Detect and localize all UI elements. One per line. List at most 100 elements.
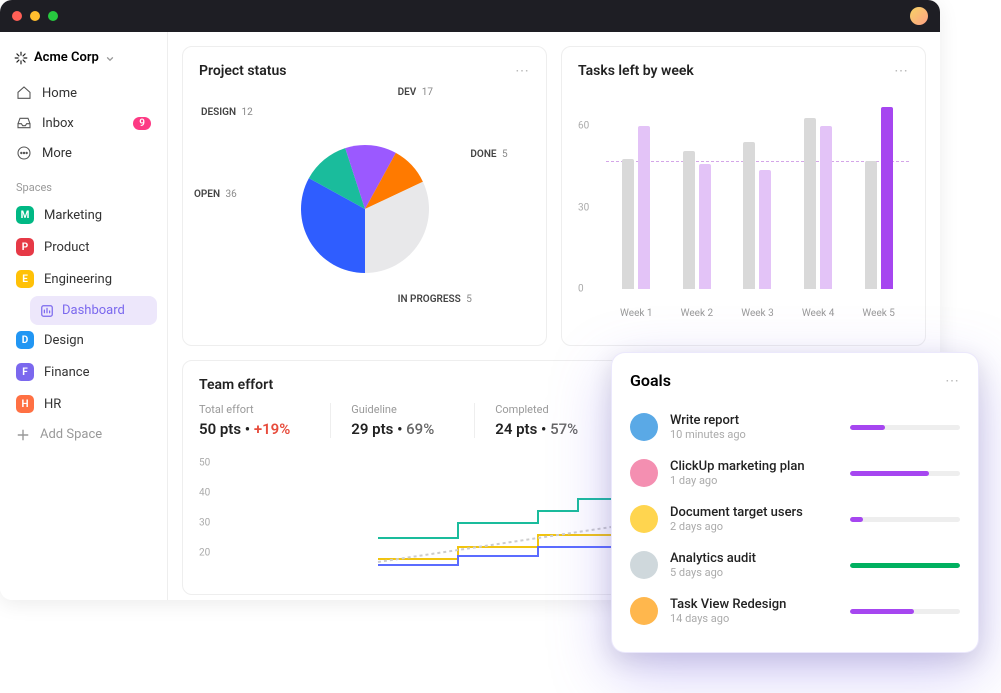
- card-title: Team effort: [199, 377, 273, 393]
- maximize-window-icon[interactable]: [48, 11, 58, 21]
- goal-name: Write report: [670, 413, 838, 428]
- pie-label: IN PROGRESS 5: [398, 294, 472, 305]
- goal-avatar: [630, 459, 658, 487]
- nav-inbox[interactable]: Inbox 9: [10, 109, 157, 137]
- space-badge-icon: H: [16, 395, 34, 413]
- stat-label: Guideline: [351, 403, 434, 416]
- goal-time: 10 minutes ago: [670, 428, 838, 441]
- goal-name: Analytics audit: [670, 551, 838, 566]
- bar-group: [743, 142, 771, 289]
- close-window-icon[interactable]: [12, 11, 22, 21]
- bar-group: [804, 118, 832, 289]
- nav-label: Home: [42, 86, 77, 101]
- home-icon: [16, 85, 32, 101]
- nav-home[interactable]: Home: [10, 79, 157, 107]
- y-tick-label: 20: [199, 548, 210, 559]
- space-item[interactable]: PProduct: [10, 232, 157, 262]
- bar: [622, 159, 634, 289]
- x-tick-label: Week 1: [620, 308, 653, 319]
- bar: [820, 126, 832, 289]
- more-icon: [16, 145, 32, 161]
- y-tick-label: 30: [199, 518, 210, 529]
- workspace-name: Acme Corp: [34, 50, 99, 65]
- pie-label: DONE 5: [470, 149, 507, 160]
- bar-group: [683, 151, 711, 289]
- space-item[interactable]: EEngineering: [10, 264, 157, 294]
- bar: [759, 170, 771, 289]
- card-title: Project status: [199, 63, 286, 79]
- stat-label: Total effort: [199, 403, 290, 416]
- goal-avatar: [630, 597, 658, 625]
- space-label: Finance: [44, 365, 89, 380]
- spaces-list: MMarketingPProductEEngineeringDashboardD…: [10, 200, 157, 419]
- space-label: HR: [44, 397, 61, 412]
- goal-item[interactable]: Analytics audit5 days ago: [630, 542, 960, 588]
- sidebar: Acme Corp Home Inbox 9 More Spaces M Mark…: [0, 32, 168, 600]
- workspace-selector[interactable]: Acme Corp: [10, 44, 157, 71]
- stat-value: 50 pts • +19%: [199, 420, 290, 438]
- bar-group: [865, 107, 893, 289]
- goal-progress: [850, 563, 960, 568]
- spaces-section-label: Spaces: [10, 169, 157, 200]
- goals-more-icon[interactable]: ⋯: [945, 373, 960, 389]
- bar: [865, 161, 877, 289]
- stat-value: 24 pts • 57%: [495, 420, 578, 438]
- space-label: Design: [44, 333, 84, 348]
- goal-time: 5 days ago: [670, 566, 838, 579]
- team-stat: Completed24 pts • 57%: [474, 403, 578, 438]
- goal-avatar: [630, 505, 658, 533]
- add-space-label: Add Space: [40, 427, 102, 442]
- y-tick-label: 30: [578, 202, 589, 213]
- goal-time: 1 day ago: [670, 474, 838, 487]
- workspace-logo-icon: [14, 51, 28, 65]
- space-item[interactable]: M Marketing: [10, 200, 157, 230]
- space-badge-icon: F: [16, 363, 34, 381]
- space-label: Marketing: [44, 208, 102, 223]
- pie-label: OPEN 36: [194, 189, 237, 200]
- card-more-icon[interactable]: ⋯: [515, 63, 530, 79]
- goal-item[interactable]: Write report10 minutes ago: [630, 404, 960, 450]
- goal-progress: [850, 425, 960, 430]
- goal-name: Task View Redesign: [670, 597, 838, 612]
- nav-more[interactable]: More: [10, 139, 157, 167]
- user-avatar[interactable]: [910, 7, 928, 25]
- pie-label: DEV 17: [398, 87, 433, 98]
- inbox-icon: [16, 115, 32, 131]
- goal-time: 14 days ago: [670, 612, 838, 625]
- space-badge-icon: M: [16, 206, 34, 224]
- plus-icon: [16, 428, 30, 442]
- goal-item[interactable]: ClickUp marketing plan1 day ago: [630, 450, 960, 496]
- card-more-icon[interactable]: ⋯: [894, 63, 909, 79]
- tasks-left-card: Tasks left by week ⋯ 03060Week 1Week 2We…: [561, 46, 926, 346]
- space-item[interactable]: H HR: [10, 389, 157, 419]
- goal-item[interactable]: Task View Redesign14 days ago: [630, 588, 960, 634]
- space-badge-icon: E: [16, 270, 34, 288]
- y-tick-label: 0: [578, 284, 584, 295]
- bar: [638, 126, 650, 289]
- stat-value: 29 pts • 69%: [351, 420, 434, 438]
- bar: [804, 118, 816, 289]
- goal-name: Document target users: [670, 505, 838, 520]
- goals-list: Write report10 minutes ago ClickUp marke…: [630, 404, 960, 634]
- bar: [743, 142, 755, 289]
- y-tick-label: 40: [199, 488, 210, 499]
- goal-progress: [850, 609, 960, 614]
- titlebar: [0, 0, 940, 32]
- space-item[interactable]: D Design: [10, 325, 157, 355]
- bar: [881, 107, 893, 289]
- goals-title: Goals: [630, 371, 671, 390]
- dashboard-icon: [40, 304, 54, 318]
- space-sub-dashboard[interactable]: Dashboard: [30, 296, 157, 325]
- y-tick-label: 60: [578, 121, 589, 132]
- space-item[interactable]: F Finance: [10, 357, 157, 387]
- team-stat: Guideline 29 pts • 69%: [330, 403, 434, 438]
- goal-item[interactable]: Document target users2 days ago: [630, 496, 960, 542]
- space-badge-icon: D: [16, 331, 34, 349]
- chevron-down-icon: [105, 53, 115, 63]
- minimize-window-icon[interactable]: [30, 11, 40, 21]
- goal-time: 2 days ago: [670, 520, 838, 533]
- goal-avatar: [630, 413, 658, 441]
- goal-progress: [850, 471, 960, 476]
- pie-label: DESIGN 12: [201, 107, 253, 118]
- add-space-button[interactable]: Add Space: [10, 421, 157, 448]
